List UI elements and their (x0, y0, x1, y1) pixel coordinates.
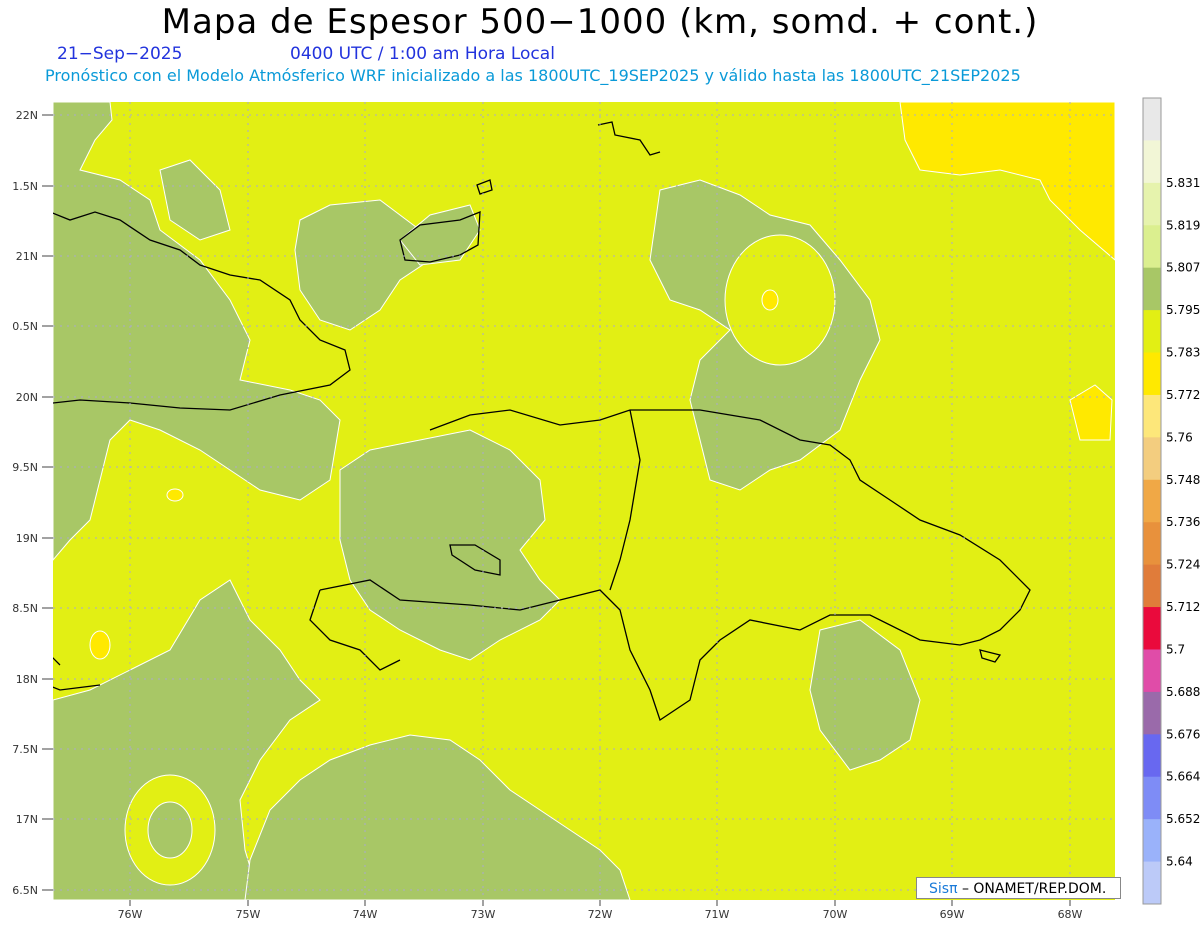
colorbar-swatch (1143, 310, 1161, 354)
lon-label: 72W (588, 908, 613, 921)
lat-label: 17N (16, 813, 38, 826)
credit-box: Sisπ – ONAMET/REP.DOM. (916, 877, 1121, 899)
yellow-spot-west-2 (166, 488, 184, 502)
lon-label: 69W (940, 908, 965, 921)
lon-label: 73W (471, 908, 496, 921)
colorbar-label: 5.748 (1166, 473, 1200, 487)
lat-label: 21N (16, 250, 38, 263)
lat-label: 0.5N (12, 320, 38, 333)
lat-label: 8.5N (12, 602, 38, 615)
colorbar-label: 5.712 (1166, 600, 1200, 614)
colorbar-label: 5.676 (1166, 727, 1200, 741)
lon-label: 75W (236, 908, 261, 921)
colorbar-swatch (1143, 352, 1161, 396)
colorbar-swatch (1143, 861, 1161, 905)
colorbar-label: 5.819 (1166, 218, 1200, 232)
colorbar-label: 5.652 (1166, 812, 1200, 826)
colorbar-swatch (1143, 564, 1161, 608)
colorbar-swatch (1143, 140, 1161, 184)
colorbar-label: 5.724 (1166, 558, 1200, 572)
colorbar-label: 5.783 (1166, 346, 1200, 360)
lat-label: 18N (16, 673, 38, 686)
lat-label: 19N (16, 532, 38, 545)
lat-label: 7.5N (12, 743, 38, 756)
lon-label: 70W (823, 908, 848, 921)
yellow-hole-northeast (724, 234, 836, 366)
lat-label: 6.5N (12, 884, 38, 897)
colorbar-swatch (1143, 522, 1161, 566)
credit-org: – ONAMET/REP.DOM. (961, 881, 1107, 897)
colorbar-swatch (1143, 98, 1161, 141)
lat-axis: 22N 1.5N 21N 0.5N 20N 9.5N 19N 8.5N 18N … (12, 109, 38, 897)
colorbar-swatch (1143, 819, 1161, 863)
yellow-spot-west (89, 630, 111, 660)
lat-label: 9.5N (12, 461, 38, 474)
lon-label: 76W (118, 908, 143, 921)
colorbar-label: 5.7 (1166, 642, 1185, 656)
colorbar-label: 5.664 (1166, 770, 1200, 784)
colorbar-label: 5.688 (1166, 685, 1200, 699)
lat-label: 22N (16, 109, 38, 122)
colorbar-swatch (1143, 649, 1161, 693)
colorbar-swatch (1143, 691, 1161, 735)
colorbar-swatch (1143, 182, 1161, 226)
lon-label: 74W (353, 908, 378, 921)
swirl-core (147, 801, 193, 859)
lat-ticks (42, 114, 53, 891)
colorbar-label: 5.64 (1166, 855, 1193, 869)
colorbar-swatch (1143, 225, 1161, 269)
colorbar-swatch (1143, 479, 1161, 523)
lat-label: 1.5N (12, 180, 38, 193)
colorbar-label: 5.795 (1166, 303, 1200, 317)
credit-sis: Sisπ (929, 881, 958, 897)
colorbar: 5.831 5.819 5.807 5.795 5.783 5.772 5.76 5.748 5… (1142, 97, 1200, 905)
colorbar-swatch (1143, 607, 1161, 650)
lon-label: 68W (1058, 908, 1083, 921)
colorbar-swatch (1143, 776, 1161, 820)
lon-axis: 76W 75W 74W 73W 72W 71W 70W 69W 68W (118, 908, 1083, 921)
colorbar-label: 5.76 (1166, 430, 1193, 444)
colorbar-swatch (1143, 734, 1161, 778)
lat-label: 20N (16, 391, 38, 404)
colorbar-swatch (1143, 437, 1161, 481)
colorbar-label: 5.772 (1166, 388, 1200, 402)
colorbar-label: 5.831 (1166, 176, 1200, 190)
map-canvas: 22N 1.5N 21N 0.5N 20N 9.5N 19N 8.5N 18N … (12, 97, 1200, 921)
yellow-spot-northeast (761, 289, 779, 311)
lon-label: 71W (705, 908, 730, 921)
colorbar-label: 5.736 (1166, 515, 1200, 529)
lon-ticks (129, 900, 1071, 906)
colorbar-swatch (1143, 267, 1161, 311)
colorbar-swatch (1143, 394, 1161, 438)
colorbar-label: 5.807 (1166, 261, 1200, 275)
